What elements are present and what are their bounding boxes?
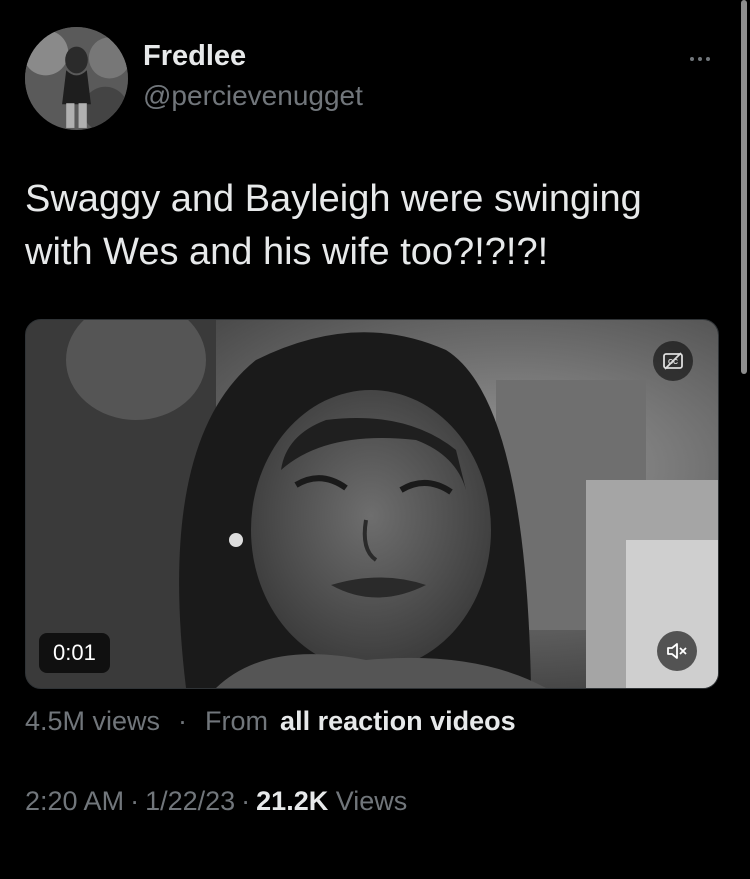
author-display-name[interactable]: Fredlee (143, 40, 246, 73)
tweet-text-line: Swaggy and Bayleigh were swinging (25, 178, 642, 220)
tweet-timestamp-row: 2:20 AM · 1/22/23 · 21.2K Views (25, 786, 407, 817)
from-label: From (205, 706, 269, 736)
author-handle[interactable]: @percievenugget (143, 80, 363, 112)
captions-off-icon: CC (663, 352, 683, 370)
separator-dot: · (130, 786, 140, 816)
more-dot-icon (698, 57, 702, 61)
more-options-button[interactable] (682, 44, 718, 74)
tweet-text-line: with Wes and his wife too?!?!?! (25, 231, 549, 273)
tweet-views-label: Views (335, 786, 408, 816)
scrollbar[interactable] (741, 0, 747, 374)
tweet-time[interactable]: 2:20 AM (25, 786, 124, 816)
separator-dot: · (241, 786, 251, 816)
more-dot-icon (690, 57, 694, 61)
video-view-count: 4.5M views (25, 706, 161, 736)
video-source-link[interactable]: all reaction videos (280, 706, 516, 736)
video-player[interactable]: 0:01 CC (25, 319, 719, 689)
speaker-muted-icon (667, 643, 687, 659)
tweet-date[interactable]: 1/22/23 (145, 786, 235, 816)
avatar-photo (25, 27, 128, 130)
unmute-button[interactable] (657, 631, 697, 671)
author-avatar[interactable] (25, 27, 128, 130)
video-time-badge: 0:01 (39, 633, 110, 673)
more-dot-icon (706, 57, 710, 61)
captions-toggle-button[interactable]: CC (653, 341, 693, 381)
video-frame (26, 320, 718, 688)
tweet-views-count: 21.2K (256, 786, 329, 816)
tweet-text: Swaggy and Bayleigh were swinging with W… (25, 173, 715, 279)
video-meta-row: 4.5M views · From all reaction videos (25, 706, 516, 737)
separator-dot: · (178, 706, 188, 736)
